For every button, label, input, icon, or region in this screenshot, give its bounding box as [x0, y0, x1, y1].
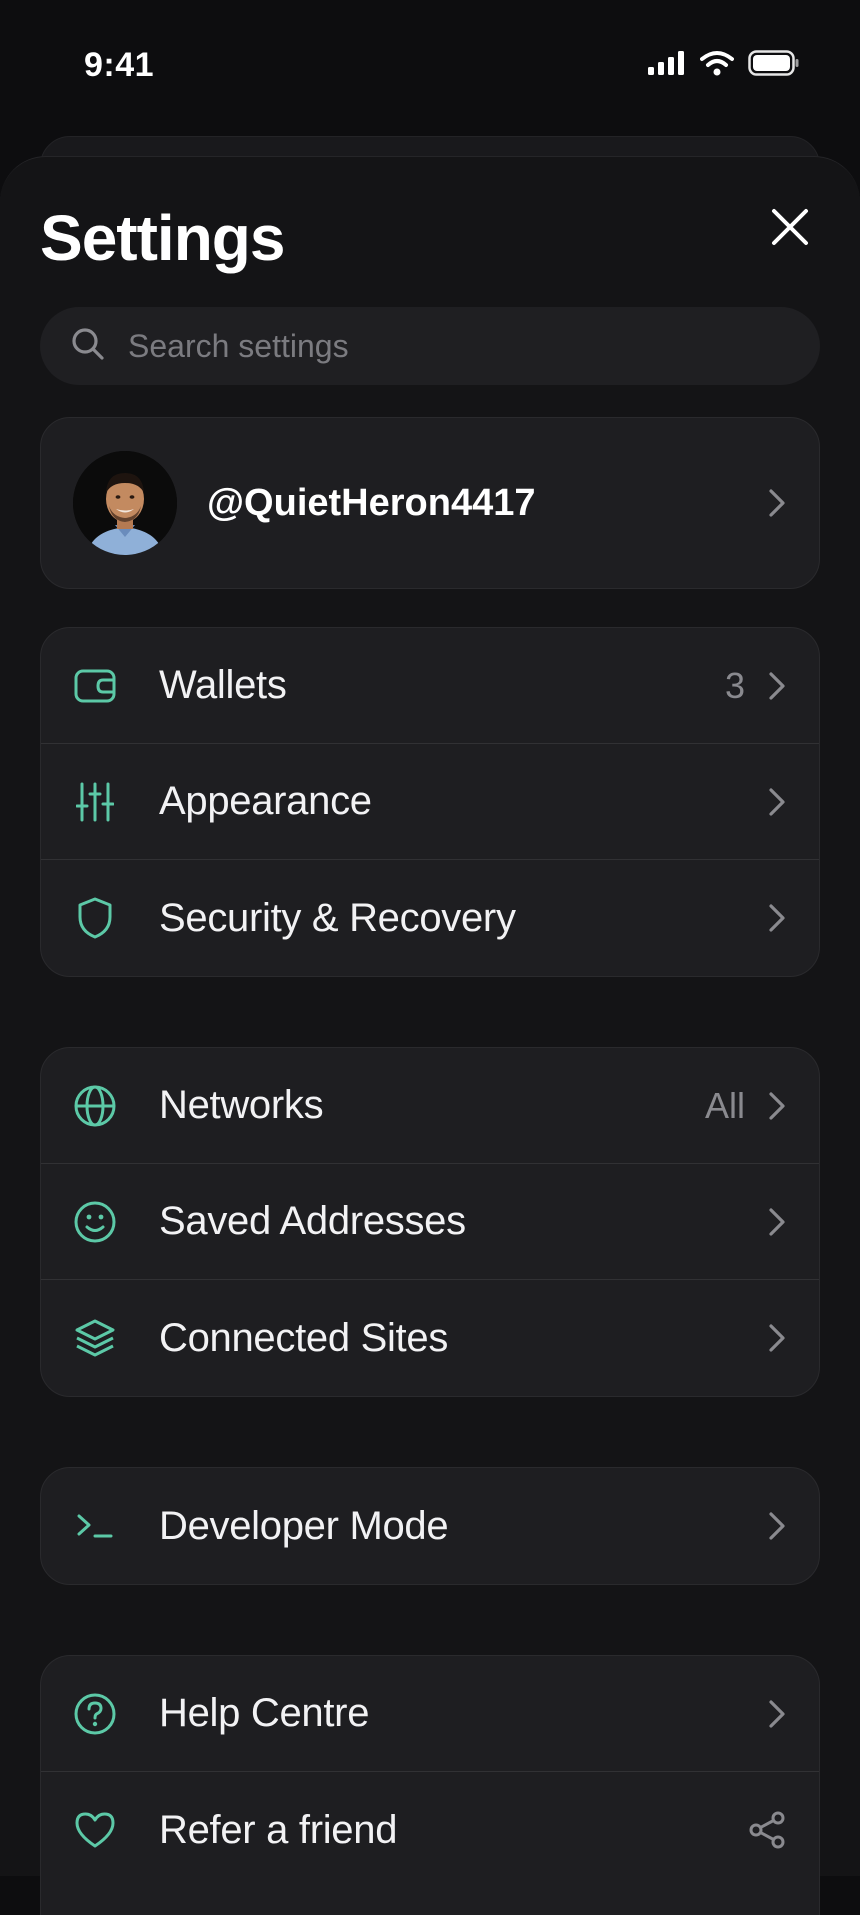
status-icons	[648, 50, 800, 81]
settings-group-network: Networks All Saved Addresses Connected S…	[40, 1047, 820, 1397]
wallet-icon	[73, 664, 117, 708]
search-bar[interactable]	[40, 307, 820, 385]
settings-group-account: Wallets 3 Appearance Security & Recovery	[40, 627, 820, 977]
shield-icon	[73, 896, 117, 940]
settings-sheet: Settings @QuietHeron4417	[0, 156, 860, 1915]
chevron-right-icon	[767, 902, 787, 934]
avatar	[73, 451, 177, 555]
row-value: All	[704, 1084, 745, 1126]
settings-row-refer-friend[interactable]: Refer a friend	[41, 1772, 819, 1888]
row-label: Security & Recovery	[159, 895, 516, 940]
globe-icon	[73, 1084, 117, 1128]
search-input[interactable]	[128, 327, 820, 365]
row-label: Developer Mode	[159, 1503, 449, 1548]
chevron-right-icon	[767, 670, 787, 702]
settings-group-developer: Developer Mode	[40, 1467, 820, 1585]
status-bar: 9:41	[0, 0, 860, 130]
wifi-icon	[700, 50, 734, 81]
status-time: 9:41	[84, 46, 155, 84]
settings-row-help-centre[interactable]: Help Centre	[41, 1656, 819, 1772]
settings-row-developer-mode[interactable]: Developer Mode	[41, 1468, 819, 1584]
settings-group-support: Help Centre Refer a friend	[40, 1655, 820, 1915]
row-value: 3	[724, 664, 745, 706]
chevron-right-icon	[767, 1322, 787, 1354]
terminal-icon	[73, 1504, 117, 1548]
chevron-right-icon	[767, 1090, 787, 1122]
close-icon	[770, 207, 810, 252]
heart-icon	[73, 1808, 117, 1852]
layers-icon	[73, 1316, 117, 1360]
sliders-icon	[73, 780, 117, 824]
settings-row-appearance[interactable]: Appearance	[41, 744, 819, 860]
row-label: Saved Addresses	[159, 1199, 466, 1243]
row-label: Networks	[159, 1083, 324, 1127]
share-icon	[747, 1810, 787, 1850]
settings-row-networks[interactable]: Networks All	[41, 1048, 819, 1164]
row-label: Connected Sites	[159, 1315, 449, 1360]
settings-row-security[interactable]: Security & Recovery	[41, 860, 819, 976]
chevron-right-icon	[767, 1698, 787, 1730]
search-icon	[70, 326, 106, 367]
chevron-right-icon	[767, 1206, 787, 1238]
row-label: Refer a friend	[159, 1807, 398, 1852]
chevron-right-icon	[767, 1510, 787, 1542]
close-button[interactable]	[760, 199, 820, 259]
settings-row-wallets[interactable]: Wallets 3	[41, 628, 819, 744]
help-circle-icon	[73, 1692, 117, 1736]
cellular-signal-icon	[648, 51, 686, 80]
row-label: Wallets	[159, 663, 287, 707]
row-label: Appearance	[159, 779, 372, 823]
profile-username: @QuietHeron4417	[207, 481, 536, 524]
settings-row-connected-sites[interactable]: Connected Sites	[41, 1280, 819, 1396]
page-title: Settings	[40, 202, 285, 274]
battery-icon	[748, 50, 800, 81]
smiley-icon	[73, 1200, 117, 1244]
settings-row-saved-addresses[interactable]: Saved Addresses	[41, 1164, 819, 1280]
row-label: Help Centre	[159, 1691, 370, 1735]
chevron-right-icon	[767, 786, 787, 818]
profile-card[interactable]: @QuietHeron4417	[40, 417, 820, 589]
chevron-right-icon	[767, 487, 787, 519]
